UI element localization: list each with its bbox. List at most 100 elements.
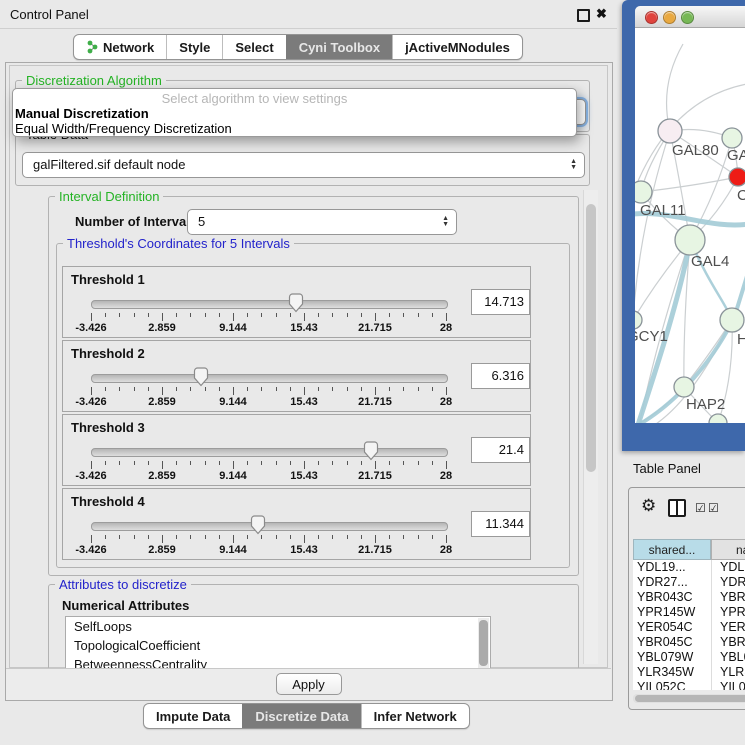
name-cell[interactable]: YDL1	[711, 560, 745, 575]
tick-label: 28	[421, 470, 471, 482]
table-row[interactable]: YBR043CYBR0	[633, 590, 745, 605]
algorithm-placeholder-item[interactable]: Select algorithm to view settings	[13, 92, 576, 106]
name-cell[interactable]: YDR2	[711, 575, 745, 590]
attribute-list-item[interactable]: SelfLoops	[66, 617, 490, 636]
table-row[interactable]: YIL052CYIL0	[633, 680, 745, 690]
apply-button[interactable]: Apply	[276, 673, 342, 695]
slider-handle[interactable]	[250, 515, 266, 540]
close-icon[interactable]: ✖	[596, 6, 607, 22]
tick-mark	[148, 313, 149, 317]
table-hscrollbar[interactable]	[633, 694, 745, 703]
network-node[interactable]	[722, 128, 742, 148]
tab-network[interactable]: Network	[74, 35, 166, 59]
shared-name-cell[interactable]: YDL19...	[633, 560, 711, 575]
slider-track[interactable]	[91, 300, 448, 309]
attributes-scrollbar[interactable]	[478, 618, 489, 668]
checkbox-icon[interactable]: ☑	[695, 501, 706, 515]
checkbox-icon[interactable]: ☑	[708, 501, 719, 515]
shared-name-cell[interactable]: YBR043C	[633, 590, 711, 605]
tick-mark	[389, 387, 390, 391]
threshold-slider[interactable]: -3.4262.8599.14415.4321.71528	[91, 341, 446, 411]
column-header-shared-name[interactable]: shared...	[633, 539, 711, 560]
number-of-intervals-combobox[interactable]: 5 ▲▼	[187, 209, 457, 235]
tab-infer-network[interactable]: Infer Network	[361, 704, 469, 728]
network-node[interactable]	[635, 181, 652, 203]
slider-handle[interactable]	[288, 293, 304, 318]
tab-jactivemnodules[interactable]: jActiveMNodules	[392, 35, 522, 59]
table-row[interactable]: YPR145WYPR1	[633, 605, 745, 620]
network-node[interactable]	[674, 377, 694, 397]
tab-cyni-toolbox[interactable]: Cyni Toolbox	[286, 35, 392, 59]
close-traffic-light-icon[interactable]	[645, 11, 658, 24]
node-table[interactable]: YDL19...YDL1YDR27...YDR2YBR043CYBR0YPR14…	[633, 560, 745, 690]
network-node[interactable]	[675, 225, 705, 255]
shared-name-cell[interactable]: YLR345W	[633, 665, 711, 680]
name-cell[interactable]: YBL0	[711, 650, 745, 665]
network-node[interactable]	[729, 168, 745, 186]
tab-style[interactable]: Style	[166, 35, 222, 59]
slider-track[interactable]	[91, 374, 448, 383]
table-row[interactable]: YBR045CYBR0	[633, 635, 745, 650]
network-node[interactable]	[720, 308, 744, 332]
name-cell[interactable]: YER0	[711, 620, 745, 635]
split-columns-icon[interactable]	[668, 499, 686, 517]
gear-icon[interactable]: ⚙	[641, 496, 656, 516]
slider-track[interactable]	[91, 522, 448, 531]
tab-discretize-data[interactable]: Discretize Data	[242, 704, 360, 728]
name-cell[interactable]: YIL0	[711, 680, 745, 690]
threshold-value-field[interactable]: 6.316	[471, 363, 530, 389]
tick-label: -3.426	[66, 396, 116, 408]
shared-name-cell[interactable]: YDR27...	[633, 575, 711, 590]
network-node[interactable]	[658, 119, 682, 143]
name-cell[interactable]: YLR3	[711, 665, 745, 680]
tick-label: 28	[421, 396, 471, 408]
slider-handle[interactable]	[193, 367, 209, 392]
name-cell[interactable]: YBR0	[711, 635, 745, 650]
float-window-icon[interactable]	[577, 9, 590, 22]
shared-name-cell[interactable]: YBR045C	[633, 635, 711, 650]
table-row[interactable]: YER054CYER0	[633, 620, 745, 635]
threshold-value-field[interactable]: 14.713	[471, 289, 530, 315]
slider-track[interactable]	[91, 448, 448, 457]
zoom-traffic-light-icon[interactable]	[681, 11, 694, 24]
shared-name-cell[interactable]: YBL079W	[633, 650, 711, 665]
numerical-attributes-label: Numerical Attributes	[62, 598, 189, 613]
tick-mark	[432, 387, 433, 391]
network-canvas[interactable]: GAL80GACGAL11GAL4GCY1HHAP2	[635, 28, 745, 423]
tab-impute-data[interactable]: Impute Data	[144, 704, 242, 728]
tick-mark	[276, 535, 277, 539]
table-row[interactable]: YBL079WYBL0	[633, 650, 745, 665]
tick-mark	[318, 387, 319, 391]
algorithm-option-manual[interactable]: Manual Discretization	[13, 106, 576, 121]
slider-handle[interactable]	[363, 441, 379, 466]
table-row[interactable]: YDR27...YDR2	[633, 575, 745, 590]
name-cell[interactable]: YBR0	[711, 590, 745, 605]
scrollbar-thumb[interactable]	[479, 620, 488, 666]
threshold-slider[interactable]: -3.4262.8599.14415.4321.71528	[91, 415, 446, 485]
column-header-name[interactable]: name	[711, 539, 745, 560]
minimize-traffic-light-icon[interactable]	[663, 11, 676, 24]
shared-name-cell[interactable]: YPR145W	[633, 605, 711, 620]
settings-scrollbar[interactable]	[583, 190, 598, 664]
table-data-combobox[interactable]: galFiltered.sif default node ▲▼	[22, 152, 585, 178]
threshold-slider[interactable]: -3.4262.8599.14415.4321.71528	[91, 489, 446, 559]
algorithm-option-equal-width[interactable]: Equal Width/Frequency Discretization	[13, 121, 576, 136]
scrollbar-thumb[interactable]	[635, 695, 745, 702]
threshold-slider[interactable]: -3.4262.8599.14415.4321.71528	[91, 267, 446, 337]
shared-name-cell[interactable]: YIL052C	[633, 680, 711, 690]
tick-mark	[418, 387, 419, 391]
threshold-value-field[interactable]: 11.344	[471, 511, 530, 537]
table-row[interactable]: YDL19...YDL1	[633, 560, 745, 575]
scrollbar-thumb[interactable]	[586, 204, 596, 472]
network-node[interactable]	[635, 311, 642, 329]
name-cell[interactable]: YPR1	[711, 605, 745, 620]
tab-select[interactable]: Select	[222, 35, 285, 59]
top-tab-strip: NetworkStyleSelectCyni ToolboxjActiveMNo…	[73, 34, 523, 60]
table-row[interactable]: YLR345WYLR3	[633, 665, 745, 680]
shared-name-cell[interactable]: YER054C	[633, 620, 711, 635]
tick-label: 15.43	[279, 544, 329, 556]
attribute-list-item[interactable]: TopologicalCoefficient	[66, 636, 490, 655]
threshold-value-field[interactable]: 21.4	[471, 437, 530, 463]
numerical-attributes-list[interactable]: SelfLoopsTopologicalCoefficientBetweenne…	[65, 616, 491, 670]
network-node[interactable]	[709, 414, 727, 423]
